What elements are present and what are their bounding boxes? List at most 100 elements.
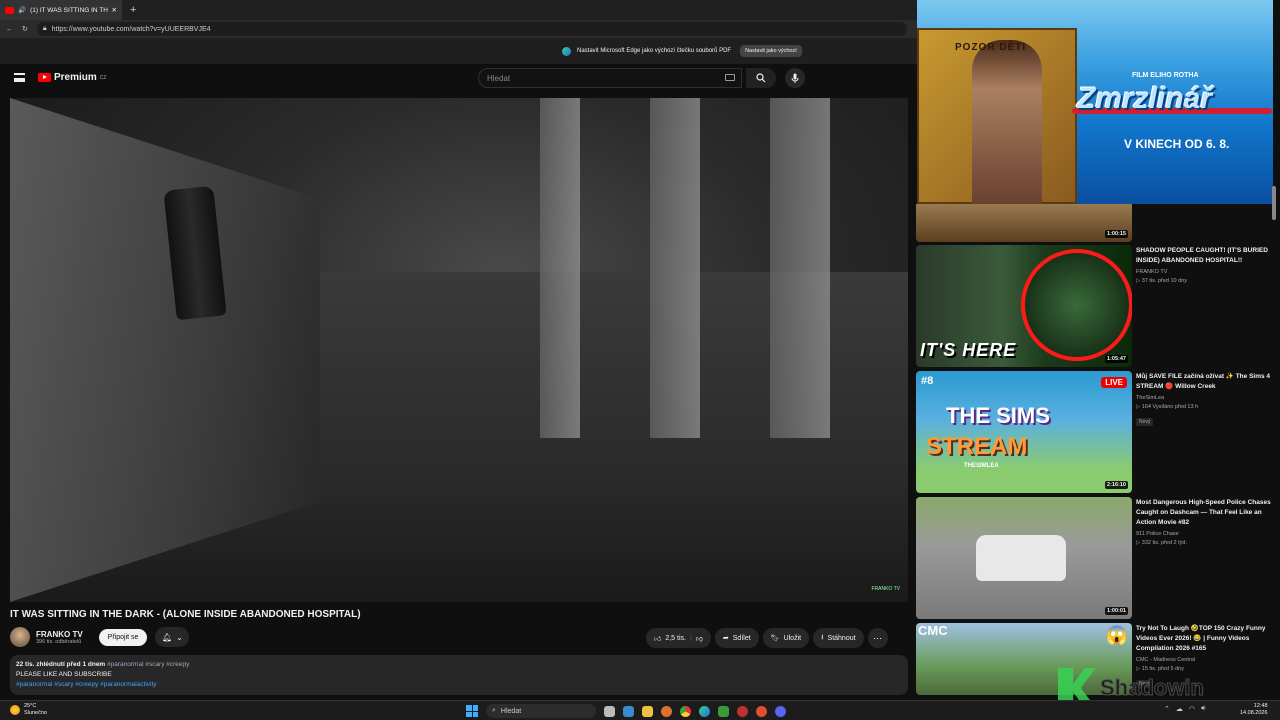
watermark-text: Shadowin — [1100, 675, 1205, 701]
chrome-icon[interactable] — [680, 705, 691, 717]
app-icon[interactable] — [737, 705, 748, 717]
thumb-up-icon: 👍︎ — [654, 635, 662, 643]
channel-name[interactable]: FRANKO TV — [36, 630, 83, 639]
video-thumbnail[interactable]: 1:00:15 — [916, 204, 1132, 242]
recommendation-channel[interactable]: 911 Police Chase — [1136, 531, 1276, 537]
new-tab-button[interactable]: + — [130, 4, 136, 16]
clock-date: 14.08.2026 — [1240, 710, 1268, 716]
file-explorer-icon[interactable] — [642, 705, 653, 717]
logo-text: Premium — [54, 72, 97, 83]
recommendation-title[interactable]: Most Dangerous High-Speed Police Chases … — [1136, 498, 1276, 528]
new-badge: Nový — [1136, 418, 1154, 426]
youtube-play-icon — [38, 73, 51, 82]
excel-icon[interactable] — [718, 705, 729, 717]
weather-widget[interactable]: 25°C Slunečno — [10, 703, 47, 717]
search-icon — [756, 73, 766, 83]
microphone-icon — [791, 73, 799, 83]
recommendation-item[interactable]: #8 LIVE THE SIMS STREAM THESIMLEA 2:16:1… — [916, 371, 1276, 493]
tab-title: (1) IT WAS SITTING IN THE DA — [30, 6, 108, 14]
sun-icon — [10, 705, 20, 715]
menu-icon[interactable] — [14, 73, 25, 82]
taskbar-search[interactable]: ⌕ Hledat — [486, 704, 596, 718]
description-line: PLEASE LIKE AND SUBSCRIBE — [16, 671, 112, 678]
voice-search-button[interactable] — [785, 68, 805, 88]
firefox-icon[interactable] — [661, 705, 672, 717]
laughing-emoji-icon: 😱 — [1105, 625, 1128, 645]
channel-avatar[interactable] — [10, 627, 30, 647]
search-button[interactable] — [746, 68, 776, 88]
firefox-alt-icon[interactable] — [756, 705, 767, 717]
lock-icon: 🔒︎ — [42, 25, 47, 32]
recommendation-item[interactable]: 1:00:01 Most Dangerous High-Speed Police… — [916, 497, 1276, 619]
task-view-icon[interactable] — [604, 705, 615, 717]
speaker-icon[interactable]: 🔊 — [18, 6, 26, 14]
discord-icon[interactable] — [775, 705, 786, 717]
taskbar-search-label: Hledat — [500, 707, 522, 715]
movie-ad-banner[interactable]: POZOR DĚTI FILM ELIHO ROTHA Zmrzlinář V … — [917, 0, 1273, 204]
back-icon[interactable]: ← — [6, 26, 13, 33]
youtube-masthead: Premium CZ Hledat — [0, 64, 917, 94]
cloud-icon[interactable]: ☁ — [1176, 705, 1183, 713]
video-player[interactable]: FRANKO TV — [10, 98, 908, 602]
video-thumbnail[interactable]: 1:00:01 — [916, 497, 1132, 619]
url-field[interactable]: 🔒︎ https://www.youtube.com/watch?v=yUUEE… — [36, 22, 907, 36]
like-button[interactable]: 👍︎ 2,5 tis. | 👎︎ — [646, 628, 711, 648]
wifi-icon[interactable]: ◠ — [1189, 705, 1195, 713]
notifications-button[interactable]: 🔔︎ ⌄ — [155, 627, 190, 647]
video-watermark: FRANKO TV — [871, 586, 900, 592]
description-tags[interactable]: #paranormal #scary #creepy — [107, 661, 189, 668]
save-button[interactable]: 🔖︎ Uložit — [762, 628, 810, 648]
thumb-down-icon[interactable]: 👎︎ — [696, 634, 703, 643]
mail-icon[interactable] — [623, 705, 634, 717]
recommendation-title[interactable]: SHADOW PEOPLE CAUGHT! (IT'S BURIED INSID… — [1136, 246, 1276, 266]
ad-title: Zmrzlinář — [1077, 82, 1213, 115]
sidebar-scrollbar[interactable] — [1272, 186, 1276, 220]
url-text: https://www.youtube.com/watch?v=yUUEERBV… — [51, 25, 211, 33]
share-button[interactable]: ➦ Sdílet — [714, 628, 759, 648]
video-thumbnail[interactable]: IT'S HERE 1:05:47 — [916, 245, 1132, 367]
windows-taskbar: 25°C Slunečno ⌕ Hledat ⌃ ☁ ◠ 🔊︎ 12:48 14… — [0, 700, 1280, 720]
recommendation-item[interactable]: IT'S HERE 1:05:47 SHADOW PEOPLE CAUGHT! … — [916, 245, 1276, 367]
thumbnail-stream-text: STREAM — [926, 433, 1028, 460]
volume-icon[interactable]: 🔊︎ — [1201, 705, 1205, 713]
more-actions-button[interactable]: ⋯ — [867, 628, 888, 648]
recommendation-meta: ▷ 332 tis. před 2 týd. — [1136, 540, 1188, 546]
join-button[interactable]: Připojit se — [98, 628, 148, 646]
recommendation-channel[interactable]: CMC - Madness Central — [1136, 657, 1276, 663]
weather-text: Slunečno — [24, 710, 47, 716]
thumbnail-red-circle — [1021, 249, 1132, 361]
download-icon: ⭳ — [821, 633, 824, 641]
thumbnail-car — [976, 535, 1066, 581]
edge-infobar: Nastavit Microsoft Edge jako výchozí čte… — [0, 38, 917, 64]
chevron-up-icon[interactable]: ⌃ — [1164, 705, 1170, 713]
recommendation-item[interactable]: 1:00:15 — [916, 204, 1276, 242]
video-thumbnail[interactable]: #8 LIVE THE SIMS STREAM THESIMLEA 2:16:1… — [916, 371, 1132, 493]
duration-badge: 1:05:47 — [1105, 355, 1128, 363]
browser-tab[interactable]: 🔊 (1) IT WAS SITTING IN THE DA ✕ — [0, 0, 122, 20]
search-icon: ⌕ — [492, 707, 496, 714]
live-badge: LIVE — [1101, 377, 1127, 388]
recommendation-channel[interactable]: FRANKO TV — [1136, 269, 1276, 275]
download-button[interactable]: ⭳ Stáhnout — [813, 628, 864, 648]
keyboard-icon[interactable] — [725, 74, 735, 81]
thumbnail-episode: #8 — [921, 375, 934, 387]
start-button[interactable] — [466, 705, 478, 717]
edge-icon[interactable] — [699, 705, 710, 717]
search-input[interactable]: Hledat — [478, 68, 742, 88]
chevron-down-icon: ⌄ — [176, 632, 183, 642]
youtube-favicon-icon — [5, 6, 14, 14]
duration-badge: 1:00:01 — [1105, 607, 1128, 615]
close-tab-icon[interactable]: ✕ — [112, 6, 117, 14]
infobar-text: Nastavit Microsoft Edge jako výchozí čte… — [577, 48, 732, 54]
recommendation-channel[interactable]: TheSimLea — [1136, 395, 1276, 401]
reload-icon[interactable]: ↻ — [22, 25, 28, 33]
video-frame-doors — [470, 98, 908, 438]
set-default-button[interactable]: Nastavit jako výchozí — [740, 45, 802, 57]
recommendation-title[interactable]: Můj SAVE FILE začíná ožívat ✨ The Sims 4… — [1136, 372, 1276, 392]
description-hashtags[interactable]: #paranormal #scary #creepy #paranormalac… — [16, 680, 902, 690]
description-box[interactable]: 22 tis. zhlédnutí před 1 dnem #paranorma… — [10, 655, 908, 695]
system-tray: ⌃ ☁ ◠ 🔊︎ — [1164, 705, 1205, 713]
recommendation-title[interactable]: Try Not To Laugh 🤣TOP 150 Crazy Funny Vi… — [1136, 624, 1276, 654]
youtube-logo[interactable]: Premium CZ — [38, 72, 106, 83]
taskbar-clock[interactable]: 12:48 14.08.2026 — [1240, 703, 1268, 717]
